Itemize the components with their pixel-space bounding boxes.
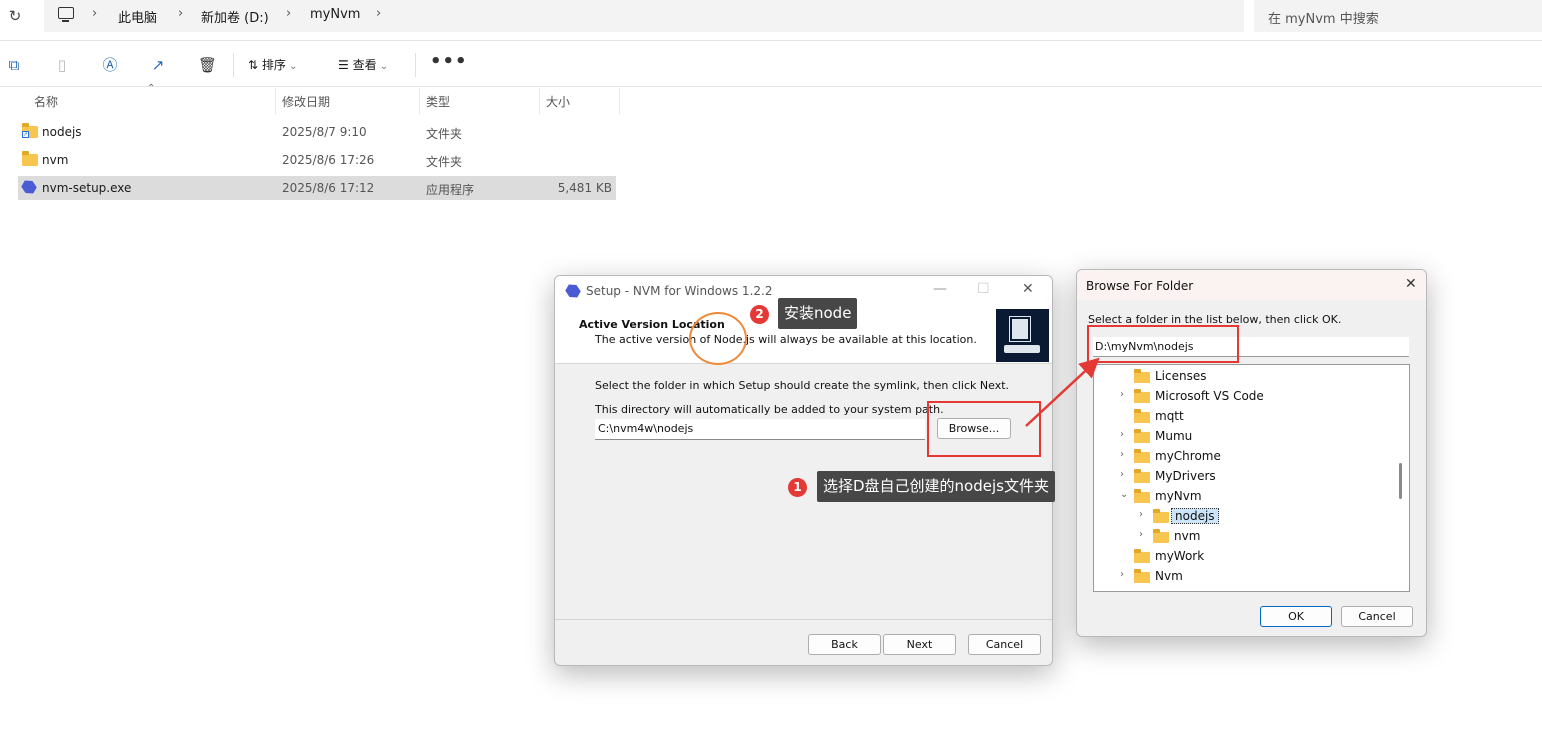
step-1-badge: 1 bbox=[788, 478, 807, 497]
step-2-badge: 2 bbox=[750, 305, 769, 324]
step-1-label: 选择D盘自己创建的nodejs文件夹 bbox=[817, 471, 1055, 502]
annotation-arrow bbox=[1025, 357, 1100, 427]
step-2-label: 安装node bbox=[778, 298, 858, 329]
